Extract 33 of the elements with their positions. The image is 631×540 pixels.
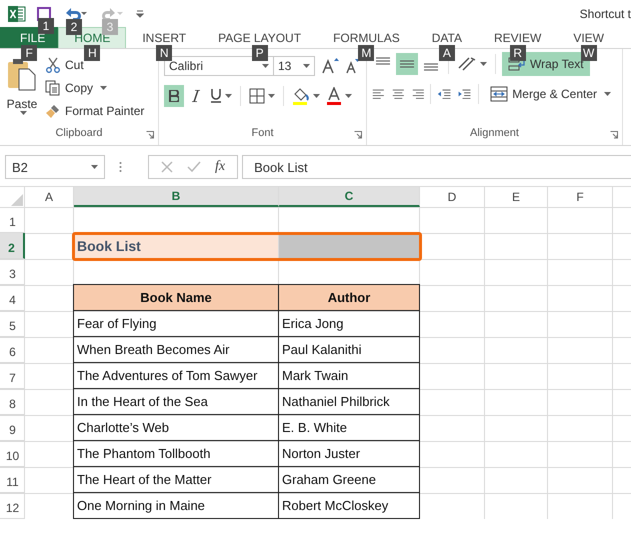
keytip-label: 2	[66, 18, 82, 34]
table-cell: The Heart of the Matter	[73, 467, 279, 493]
keytip-tooltip: W	[580, 45, 597, 61]
keytip-tooltip: R	[510, 45, 526, 61]
window-title: Shortcut t	[580, 6, 631, 20]
table-cell: In the Heart of the Sea	[73, 389, 279, 415]
group-label: Clipboard	[55, 127, 103, 141]
keytip-tooltip: H	[84, 45, 100, 61]
keytip-tooltip: M	[358, 45, 374, 61]
keytip-tooltip: N	[156, 45, 172, 61]
keytip-label: 1	[38, 18, 54, 34]
column-heading-cell: Author	[279, 284, 420, 311]
table-cell: Mark Twain	[279, 363, 420, 389]
table-cell: E. B. White	[279, 415, 420, 441]
table-cell: Nathaniel Philbrick	[279, 389, 420, 415]
column-heading-cell: Book Name	[73, 284, 279, 311]
keytip-tooltip: P	[252, 45, 268, 61]
table-cell: Charlotte’s Web	[73, 415, 279, 441]
table-cell: Robert McCloskey	[279, 493, 420, 519]
keytip-label: 3	[102, 18, 118, 34]
table-cell: When Breath Becomes Air	[73, 337, 279, 363]
table-cell: Erica Jong	[279, 311, 420, 337]
table-cell: Norton Juster	[279, 441, 420, 467]
table-cell: One Morning in Maine	[73, 493, 279, 519]
keytip-tooltip: F	[21, 45, 38, 61]
table-cell: The Adventures of Tom Sawyer	[73, 363, 279, 389]
table-cell: Graham Greene	[279, 467, 420, 493]
table-cell: Paul Kalanithi	[279, 337, 420, 363]
table-cell: Fear of Flying	[73, 311, 279, 337]
group-label: Alignment	[470, 127, 519, 141]
keytip-tooltip: A	[438, 45, 455, 61]
group-label: Font	[251, 127, 274, 141]
table-cell: The Phantom Tollbooth	[73, 441, 279, 467]
